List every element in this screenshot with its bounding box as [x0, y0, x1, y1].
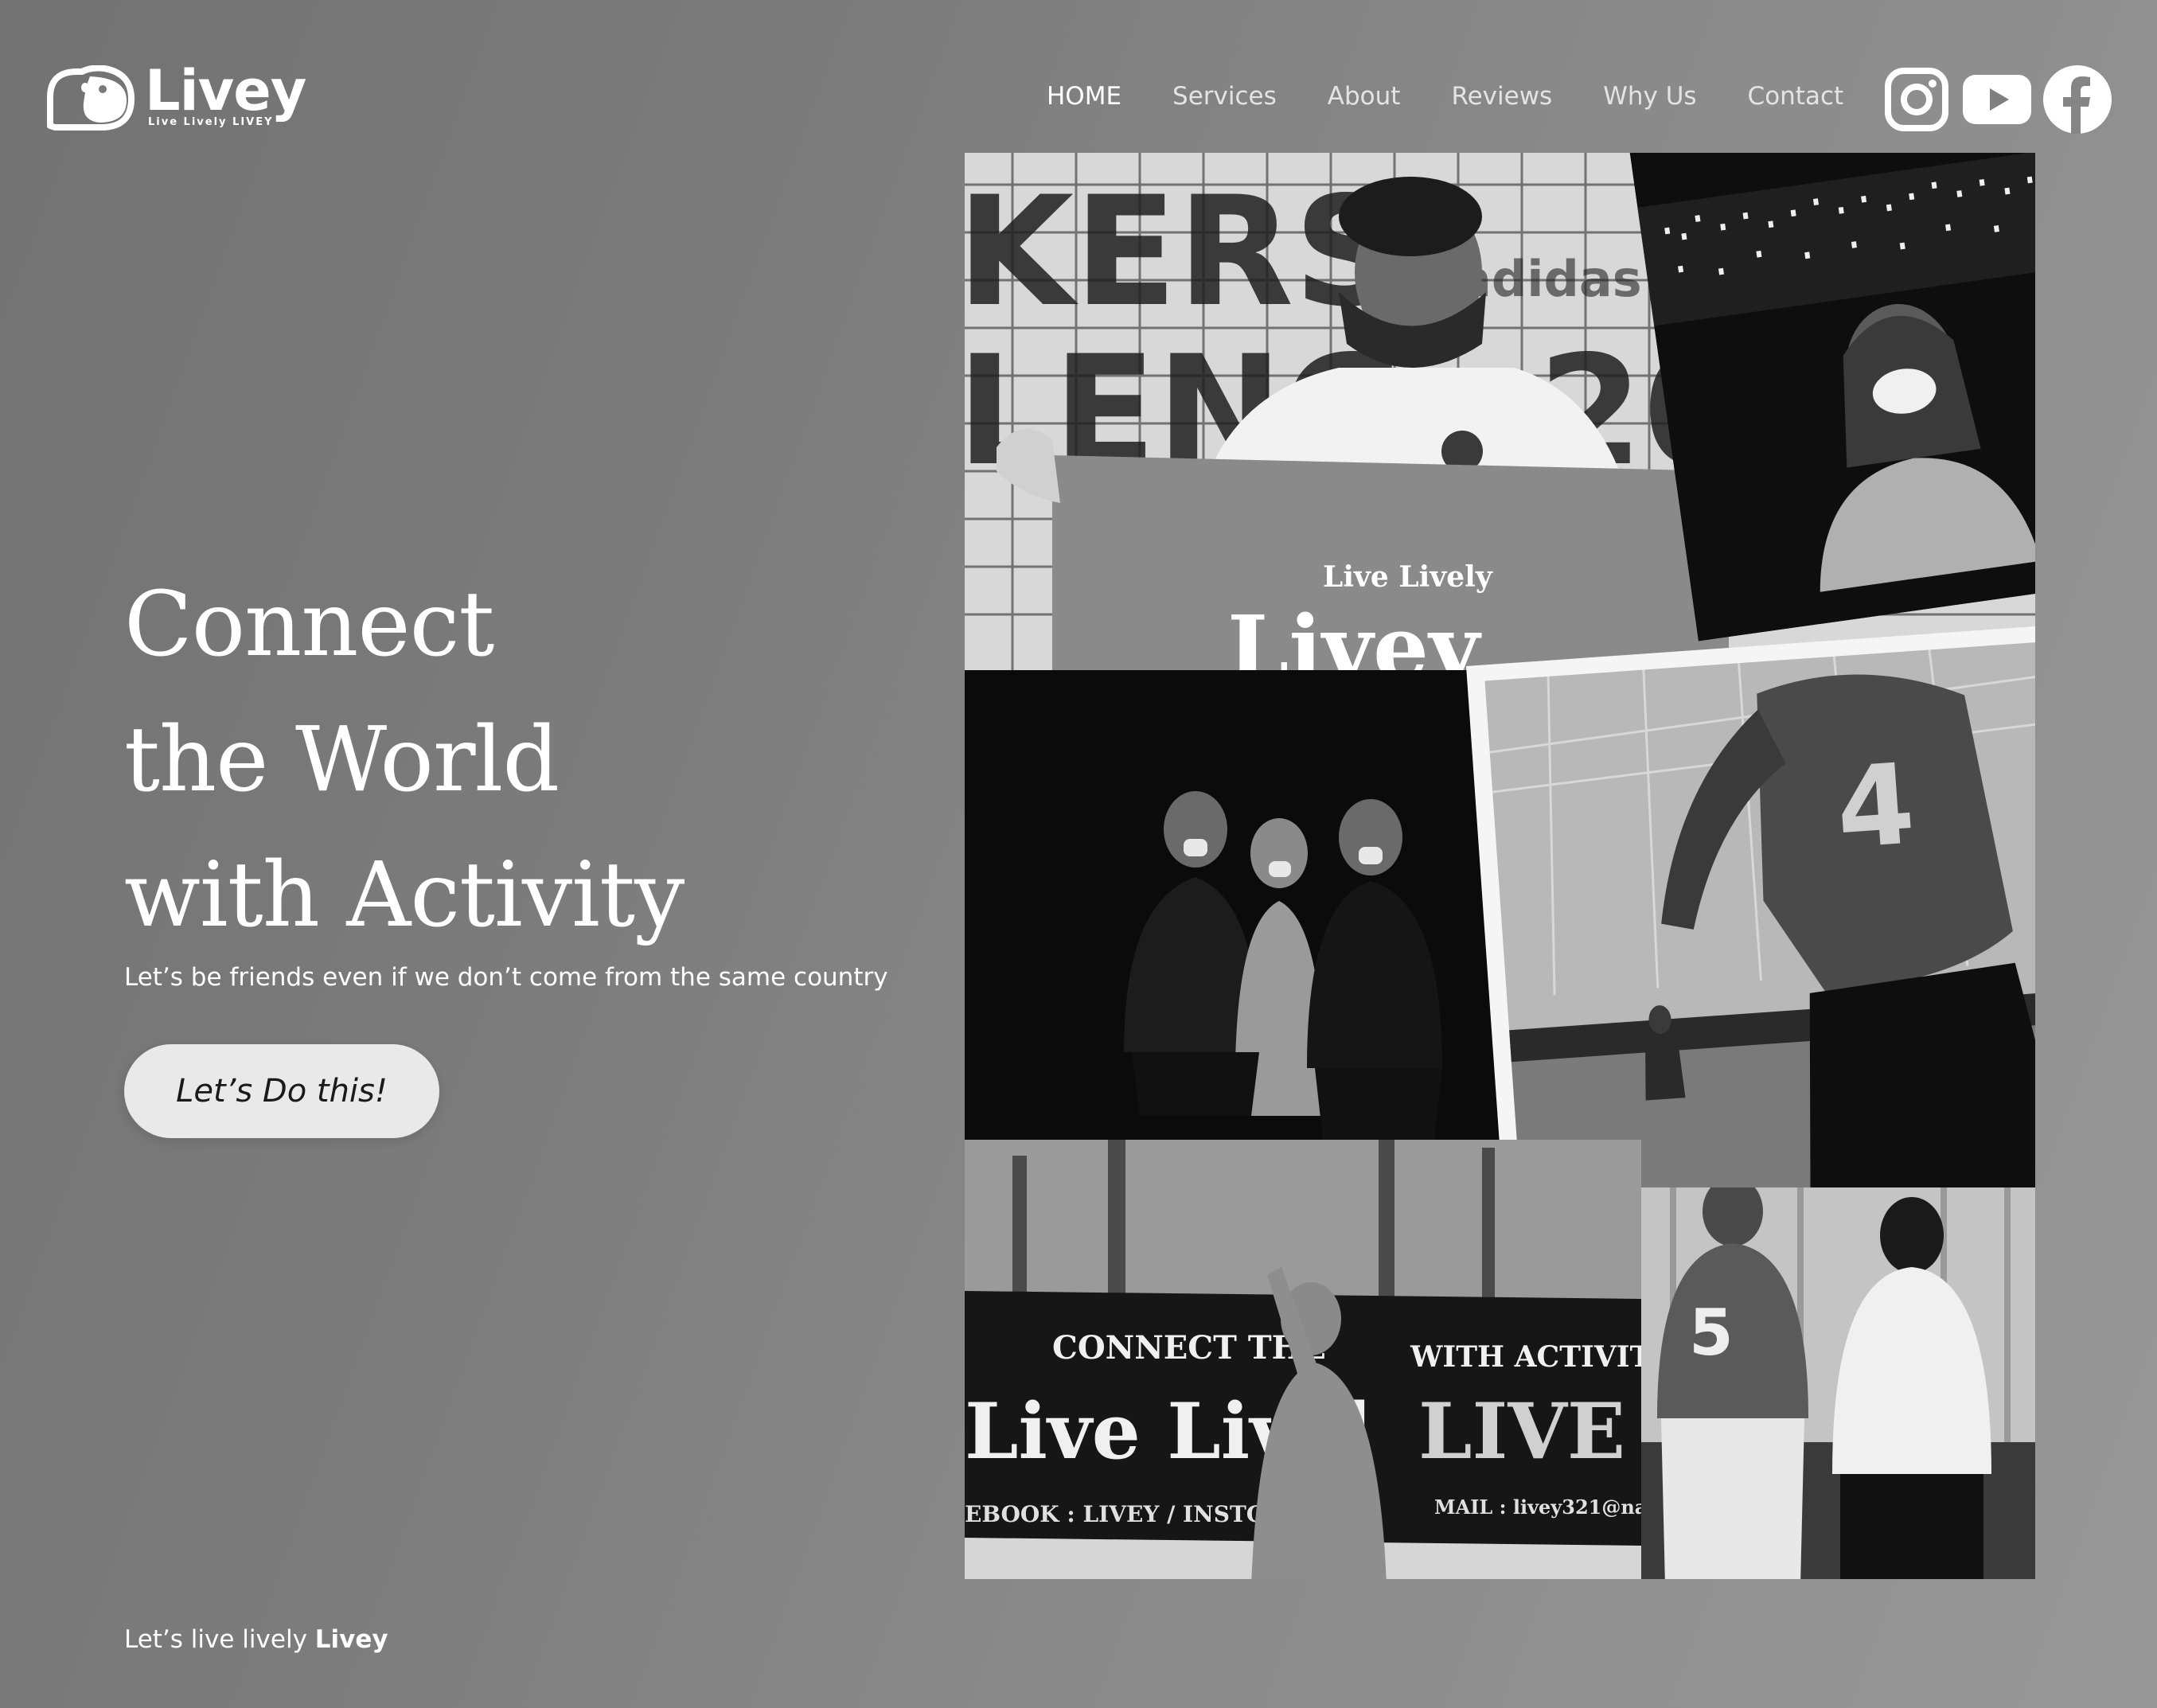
jersey-number-four: 4: [1832, 739, 1919, 874]
nav-item-services[interactable]: Services: [1172, 82, 1277, 111]
nav-item-contact[interactable]: Contact: [1748, 82, 1844, 111]
sign-text-kers: KERS: [965, 164, 1402, 340]
hero-title-line-1: Connect: [124, 573, 494, 677]
banner-text-with-activity: WITH ACTIVITY: [1410, 1340, 1641, 1374]
nav-item-why-us[interactable]: Why Us: [1603, 82, 1696, 111]
hero-title-line-2: the World: [124, 708, 560, 812]
cta-button[interactable]: Let’s Do this!: [124, 1044, 439, 1138]
brand-logo[interactable]: Livey Live Lively LIVEY: [44, 60, 306, 131]
youtube-icon[interactable]: [1963, 65, 2031, 134]
banner-text-live: LIVE: [1418, 1386, 1625, 1476]
instagram-icon[interactable]: [1882, 65, 1951, 134]
social-links: [1882, 65, 2124, 134]
nav-item-about[interactable]: About: [1328, 82, 1401, 111]
footer-tagline: Let’s live lively Livey: [124, 1625, 388, 1654]
brand-name: Livey: [145, 58, 306, 123]
nav-item-reviews[interactable]: Reviews: [1451, 82, 1552, 111]
main-nav: HOME Services About Reviews Why Us Conta…: [1047, 82, 1894, 111]
hero-title-line-3: with Activity: [124, 844, 685, 947]
footer-brand: Livey: [314, 1625, 388, 1654]
photo-collage: KERS LENG 2019 adidas: [965, 153, 2035, 1579]
banner-text-livey: Livey: [1227, 596, 1482, 678]
hero-title: Connect the World with Activity: [124, 557, 685, 963]
facebook-icon[interactable]: [2043, 65, 2112, 134]
footer-text: Let’s live lively: [124, 1625, 307, 1654]
photo-players-five: 5: [1641, 1187, 2035, 1579]
photo-banner-thrower: CONNECT THE WITH ACTIVITY Live Livel LIV…: [965, 1140, 1641, 1579]
banner-text-mail: MAIL : livey321@nave: [1434, 1495, 1641, 1519]
speech-bubble-face-icon: [47, 65, 135, 131]
jersey-number-five: 5: [1689, 1296, 1734, 1370]
photo-group-night: [965, 670, 1522, 1140]
nav-item-home[interactable]: HOME: [1047, 82, 1121, 111]
banner-text-live-lively: Live Lively: [1323, 560, 1493, 594]
hero-subtitle: Let’s be friends even if we don’t come f…: [124, 963, 888, 992]
